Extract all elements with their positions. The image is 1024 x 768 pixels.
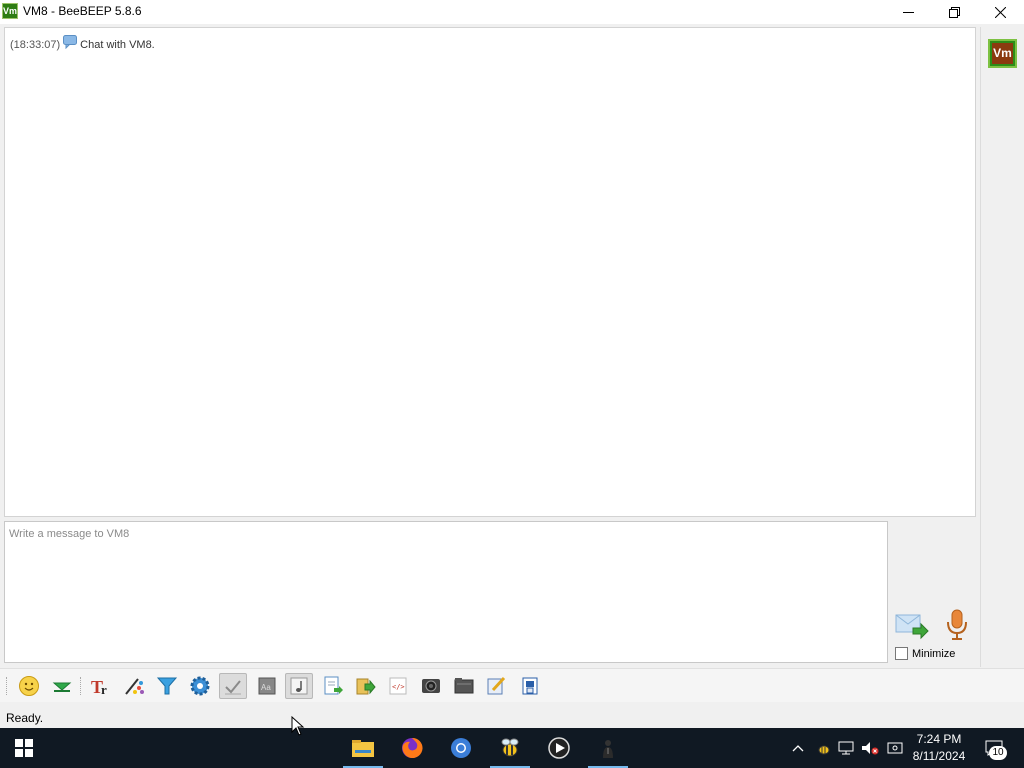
tray-network[interactable]	[837, 728, 855, 768]
send-file-button[interactable]	[351, 673, 379, 699]
svg-text:</>: </>	[392, 683, 405, 691]
clear-button[interactable]	[516, 673, 544, 699]
code-button[interactable]: </>	[384, 673, 412, 699]
taskbar-user-app[interactable]	[588, 728, 628, 768]
spell-check-icon	[225, 680, 241, 695]
font-icon: Tr	[91, 677, 107, 697]
code-icon: </>	[389, 677, 407, 695]
settings-button[interactable]	[186, 673, 214, 699]
taskbar-chrome[interactable]	[441, 728, 481, 768]
start-button[interactable]	[4, 728, 44, 768]
media-player-icon	[548, 737, 570, 759]
chat-message: (18:33:07) Chat with VM8.	[10, 35, 155, 52]
minimize-window-button[interactable]	[885, 0, 931, 24]
display-icon	[887, 742, 903, 754]
show-hidden-icons-button[interactable]	[789, 728, 807, 768]
voice-message-button[interactable]	[943, 608, 971, 642]
save-chat-icon	[324, 676, 343, 695]
beebeep-icon	[501, 738, 519, 757]
filter-icon	[156, 677, 178, 695]
file-explorer-icon	[352, 740, 374, 757]
user-avatar-vm8[interactable]: Vm	[988, 39, 1017, 68]
dictionary-icon: Aa	[258, 677, 276, 695]
chat-toolbar: Tr Aa </>	[0, 668, 1024, 702]
users-panel: Vm	[980, 27, 1024, 667]
taskbar-firefox[interactable]	[392, 728, 432, 768]
windows-icon	[15, 739, 33, 757]
collapse-icon	[52, 682, 72, 692]
svg-text:r: r	[101, 682, 107, 697]
window-title: VM8 - BeeBEEP 5.8.6	[23, 4, 142, 18]
microphone-icon	[947, 609, 967, 640]
clear-icon	[522, 677, 538, 695]
edit-icon	[487, 676, 506, 695]
send-message-icon	[895, 614, 929, 640]
folder-icon	[454, 678, 474, 694]
font-color-icon	[125, 678, 144, 695]
chat-bubble-icon	[63, 35, 78, 49]
send-file-icon	[356, 678, 376, 695]
firefox-icon	[402, 737, 423, 758]
chevron-up-icon	[792, 745, 804, 752]
dictionary-button[interactable]: Aa	[253, 673, 281, 699]
app-icon: Vm	[2, 3, 18, 19]
clock-time[interactable]: 7:24 PM	[904, 732, 974, 746]
mouse-cursor-icon	[291, 716, 305, 736]
taskbar-file-explorer[interactable]	[343, 728, 383, 768]
beebeep-tray-icon	[818, 745, 830, 755]
tray-beebeep[interactable]	[815, 728, 833, 768]
message-timestamp: (18:33:07)	[10, 39, 61, 51]
status-bar: Ready.	[0, 706, 1024, 728]
chat-view[interactable]: (18:33:07) Chat with VM8.	[4, 27, 976, 517]
volume-muted-icon	[862, 742, 879, 755]
taskbar: 7:24 PM 8/11/2024 10	[0, 728, 1024, 768]
message-input[interactable]	[4, 521, 888, 663]
emoticons-icon	[19, 676, 39, 696]
svg-text:Aa: Aa	[261, 683, 271, 692]
minimize-checkbox[interactable]	[895, 647, 908, 660]
restore-window-button[interactable]	[931, 0, 977, 24]
emoticons-button[interactable]	[15, 673, 43, 699]
minimize-icon	[902, 11, 914, 13]
settings-icon	[190, 676, 210, 696]
tray-volume[interactable]	[860, 728, 880, 768]
font-color-button[interactable]	[120, 673, 148, 699]
close-window-button[interactable]	[977, 0, 1023, 24]
user-icon	[603, 740, 613, 758]
music-note-icon	[290, 677, 308, 695]
close-icon	[994, 6, 1006, 18]
tray-display[interactable]	[885, 728, 905, 768]
font-button[interactable]: Tr	[87, 673, 115, 699]
title-bar: Vm VM8 - BeeBEEP 5.8.6	[0, 0, 1024, 24]
status-text: Ready.	[6, 711, 44, 725]
taskbar-media-player[interactable]	[539, 728, 579, 768]
toolbar-separator	[80, 677, 81, 695]
screenshot-icon	[422, 679, 440, 693]
avatar-initials: Vm	[992, 43, 1013, 64]
edit-button[interactable]	[482, 673, 510, 699]
screenshot-button[interactable]	[417, 673, 445, 699]
spell-check-button[interactable]	[219, 673, 247, 699]
restore-icon	[948, 6, 960, 18]
filter-button[interactable]	[153, 673, 181, 699]
music-note-button[interactable]	[285, 673, 313, 699]
folder-button[interactable]	[450, 673, 478, 699]
save-chat-button[interactable]	[319, 673, 347, 699]
send-message-button[interactable]	[895, 610, 929, 640]
clock-date[interactable]: 8/11/2024	[904, 749, 974, 763]
network-icon	[838, 741, 854, 755]
collapse-button[interactable]	[48, 673, 76, 699]
minimize-label: Minimize	[912, 648, 956, 660]
chrome-icon	[451, 738, 471, 758]
taskbar-beebeep[interactable]	[490, 728, 530, 768]
notification-count-badge: 10	[989, 746, 1007, 760]
toolbar-grip	[6, 677, 7, 695]
message-text: Chat with VM8.	[80, 39, 155, 51]
